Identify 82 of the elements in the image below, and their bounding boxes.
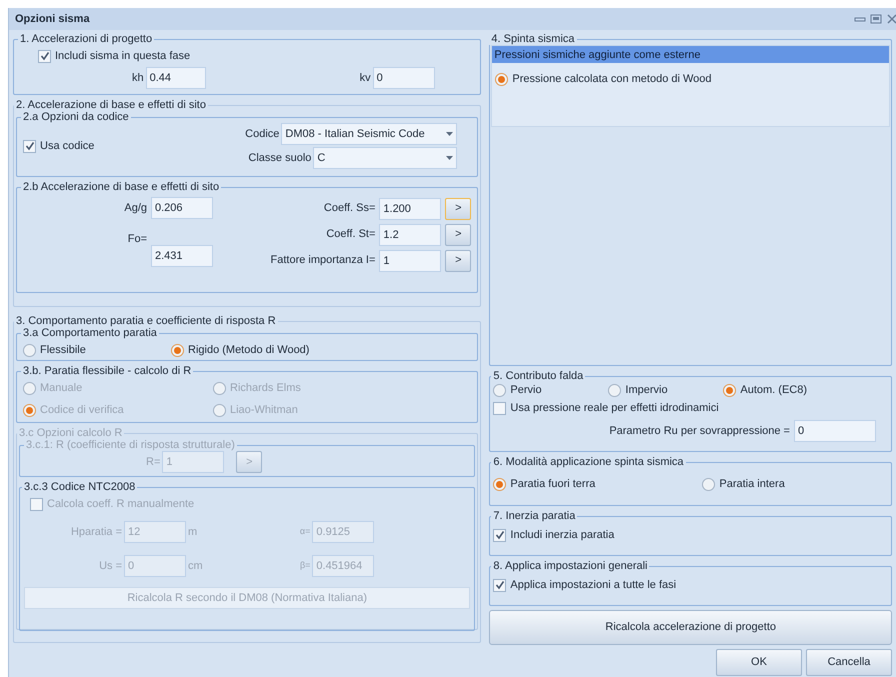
maximize-icon[interactable]: [870, 14, 882, 24]
window-title: Opzioni sisma: [15, 12, 90, 27]
arrow-button[interactable]: >: [445, 198, 472, 220]
group-title: 2.b Accelerazione di base e effetti di sito: [22, 181, 220, 193]
close-icon[interactable]: [886, 14, 896, 24]
input-field[interactable]: 0: [372, 67, 435, 89]
field-label: Hparatia =: [70, 524, 122, 540]
group-title: 2.a Opzioni da codice: [22, 111, 130, 123]
field-label: R=: [146, 454, 160, 470]
field-label: Codice: [245, 126, 280, 142]
field-label: Ag/g: [124, 200, 147, 216]
unit-label: cm: [188, 558, 203, 574]
field-label: Classe suolo: [248, 150, 312, 166]
input-field[interactable]: 0.206: [151, 197, 213, 219]
group-title: 3. Comportamento paratia e coefficiente di risposta R: [15, 315, 277, 327]
dropdown-value: DM08 - Italian Seismic Code: [285, 126, 425, 142]
input-field[interactable]: 2.431: [151, 245, 213, 267]
radio-label[interactable]: Paratia fuori terra: [510, 476, 596, 492]
checkbox-label[interactable]: Usa pressione reale per effetti idrodinamici: [510, 400, 719, 416]
checkbox[interactable]: [493, 528, 506, 542]
group-title: 3.c Opzioni calcolo R: [18, 427, 124, 439]
radio-button[interactable]: [723, 384, 736, 396]
radio-label[interactable]: Pressione calcolata con metodo di Wood: [512, 71, 712, 88]
radio-label[interactable]: Pervio: [510, 382, 542, 398]
radio-button[interactable]: [23, 344, 36, 356]
group-title: 6. Modalità applicazione spinta sismica: [492, 456, 685, 468]
dropdown[interactable]: C: [313, 147, 458, 169]
arrow-button[interactable]: >: [445, 250, 472, 272]
dropdown-value: C: [317, 150, 326, 166]
radio-button[interactable]: [493, 478, 506, 490]
field-label: Coeff. St=: [326, 227, 376, 242]
input-field[interactable]: 0.44: [146, 67, 206, 89]
checkbox[interactable]: [493, 402, 506, 414]
field-label: Coeff. Ss=: [324, 201, 376, 216]
group-title: 3.c.1: R (coefficiente di risposta strutturale): [25, 439, 236, 451]
caret-icon[interactable]: [446, 156, 454, 160]
radio-button[interactable]: [493, 384, 506, 396]
ok-button[interactable]: OK: [716, 649, 802, 676]
field-label: Fo=: [128, 232, 147, 247]
checkbox-label[interactable]: Usa codice: [40, 138, 94, 154]
checkbox[interactable]: [38, 50, 51, 62]
field-label: kh: [132, 70, 144, 86]
unit-label: m: [188, 524, 198, 540]
group-title: 7. Inerzia paratia: [492, 510, 576, 522]
group-title: 1. Accelerazioni di progetto: [19, 33, 154, 45]
checkbox-label[interactable]: Applica impostazioni a tutte le fasi: [510, 576, 676, 594]
group-title: 3.a Comportamento paratia: [22, 327, 158, 339]
radio-button[interactable]: [608, 384, 622, 396]
group-title: 3.b. Paratia flessibile - calcolo di R: [22, 365, 192, 377]
group-title: 4. Spinta sismica: [490, 33, 576, 45]
group-title: 8. Applica impostazioni generali: [492, 560, 648, 572]
list-item[interactable]: Pressioni sismiche aggiunte come esterne: [492, 46, 889, 63]
field-label: β=: [300, 559, 310, 572]
field-label: Parametro Ru per sovrappressione =: [609, 424, 790, 439]
group-title: 3.c.3 Codice NTC2008: [23, 481, 136, 493]
group-title: 2. Accelerazione di base e effetti di sito: [15, 99, 207, 111]
radio-label[interactable]: Flessibile: [40, 342, 86, 358]
group-title: 5. Contributo falda: [492, 370, 584, 382]
input-field[interactable]: 1: [379, 250, 442, 272]
field-label: α=: [300, 525, 310, 538]
checkbox[interactable]: [493, 578, 506, 592]
radio-label[interactable]: Rigido (Metodo di Wood): [188, 342, 310, 358]
checkbox[interactable]: [23, 140, 36, 152]
field-label: Us =: [98, 558, 122, 574]
caret-icon[interactable]: [446, 132, 454, 136]
radio-label[interactable]: Autom. (EC8): [740, 382, 808, 398]
radio-label[interactable]: Impervio: [625, 382, 668, 398]
input-field[interactable]: 1.2: [379, 224, 442, 246]
checkbox-label[interactable]: Includi inerzia paratia: [510, 526, 614, 544]
radio-label[interactable]: Paratia intera: [719, 476, 785, 492]
recalculate-button[interactable]: Ricalcola accelerazione di progetto: [489, 610, 892, 645]
radio-button[interactable]: [495, 72, 508, 86]
radio-button[interactable]: [171, 344, 184, 356]
radio-button[interactable]: [702, 478, 716, 490]
field-label: kv: [360, 70, 371, 86]
input-field[interactable]: 1.200: [379, 198, 442, 220]
arrow-button[interactable]: >: [445, 224, 472, 246]
field-label: Fattore importanza I=: [270, 253, 376, 268]
checkbox-label[interactable]: Includi sisma in questa fase: [55, 48, 190, 64]
cancel-button[interactable]: Cancella: [806, 649, 892, 676]
input-field[interactable]: 0: [794, 420, 876, 442]
dropdown[interactable]: DM08 - Italian Seismic Code: [281, 123, 458, 145]
